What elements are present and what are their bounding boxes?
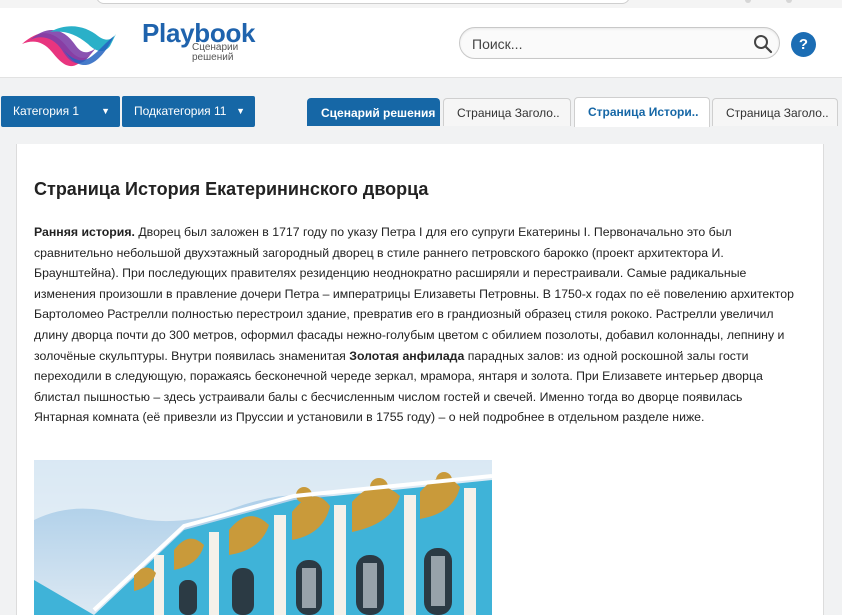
history-paragraph: Ранняя история. Дворец был заложен в 171…	[34, 222, 794, 428]
tab-solution-scenario[interactable]: Сценарий решения	[307, 98, 440, 126]
browser-top-strip	[0, 0, 842, 8]
palace-photo	[34, 460, 492, 615]
paragraph-text: Дворец был заложен в 1717 году по указу …	[34, 225, 794, 363]
logo-ribbon-icon[interactable]	[20, 20, 116, 68]
logo-subtitle-line: решений	[192, 52, 234, 63]
subcategory-dropdown[interactable]: Подкатегория 11 ▼	[122, 96, 255, 127]
category-dropdown[interactable]: Категория 1 ▼	[1, 96, 120, 127]
page-title: Страница История Екатерининского дворца	[34, 179, 429, 199]
category-dropdown-label: Категория 1	[13, 104, 80, 118]
help-icon[interactable]: ?	[791, 32, 816, 57]
browser-icon	[745, 0, 751, 3]
tab-title-page-2[interactable]: Страница Заголо..	[712, 98, 838, 126]
browser-icon	[786, 0, 792, 3]
chevron-down-icon: ▼	[236, 106, 245, 116]
search-icon[interactable]	[753, 34, 773, 54]
subcategory-dropdown-label: Подкатегория 11	[134, 104, 227, 118]
lead-heading: Ранняя история.	[34, 225, 135, 239]
chevron-down-icon: ▼	[101, 106, 110, 116]
logo-subtitle: Сценарии решений	[192, 43, 252, 63]
golden-enfilade-term: Золотая анфилада	[349, 348, 465, 363]
navigation-bar: Категория 1 ▼ Подкатегория 11 ▼ Сценарий…	[0, 78, 842, 128]
tab-history-page[interactable]: Страница Истори..	[574, 97, 710, 127]
browser-address-bar-edge	[96, 0, 630, 4]
site-header: Playbook Сценарии решений ?	[0, 8, 842, 78]
content-panel: Страница История Екатерининского дворца …	[16, 144, 824, 615]
tab-title-page-1[interactable]: Страница Заголо..	[443, 98, 571, 126]
search-input[interactable]	[472, 34, 742, 54]
search-box	[459, 27, 780, 59]
